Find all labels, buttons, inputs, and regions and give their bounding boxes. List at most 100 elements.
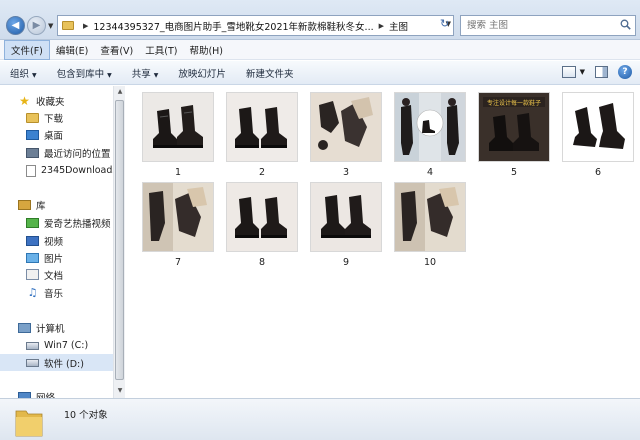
share-button[interactable]: 共享 ▼ [132, 66, 159, 80]
nav-iqiyi[interactable]: 爱奇艺热播视频 [0, 214, 113, 231]
drive-icon [26, 341, 39, 350]
chevron-right-icon[interactable]: ▶ [83, 22, 88, 30]
refresh-button[interactable]: ↻ [440, 17, 454, 34]
file-thumbnail[interactable]: 9 [310, 182, 382, 268]
thumbnail-image [310, 92, 382, 162]
organize-button[interactable]: 组织 ▼ [10, 66, 37, 80]
menu-view[interactable]: 查看(V) [94, 41, 139, 59]
recent-places-icon [26, 147, 39, 158]
nav-drive-c[interactable]: Win7 (C:) [0, 337, 113, 354]
file-thumbnail[interactable]: 2 [226, 92, 298, 178]
drive-icon [26, 358, 39, 367]
nav-videos[interactable]: 视频 [0, 232, 113, 249]
folder-icon [15, 410, 43, 437]
file-name[interactable]: 3 [310, 167, 382, 178]
iqiyi-icon [26, 217, 39, 228]
search-input[interactable] [467, 20, 617, 31]
nav-drive-d[interactable]: 软件 (D:) [0, 354, 113, 371]
nav-2345downloads[interactable]: 2345Downloads [0, 162, 113, 179]
nav-downloads[interactable]: 下载 [0, 109, 113, 126]
file-thumbnail[interactable]: 1 [142, 92, 214, 178]
back-button[interactable]: ◀ [6, 16, 25, 35]
share-label: 共享 [131, 68, 151, 80]
file-name[interactable]: 4 [394, 167, 466, 178]
file-thumbnail[interactable]: 10 [394, 182, 466, 268]
recent-pages-dropdown[interactable]: ▼ [48, 22, 53, 30]
organize-label: 组织 [10, 68, 30, 80]
include-in-library-label: 包含到库中 [56, 68, 105, 80]
scroll-down-arrow[interactable]: ▼ [115, 386, 125, 396]
file-name[interactable]: 10 [394, 257, 466, 268]
nav-label: 软件 (D:) [44, 358, 84, 370]
nav-documents[interactable]: 文档 [0, 266, 113, 283]
caret-down-icon: ▼ [107, 71, 112, 79]
nav-label: 计算机 [36, 323, 65, 335]
thumbnail-image [226, 92, 298, 162]
picture-icon [26, 252, 39, 263]
computer-icon [18, 322, 31, 333]
menu-file[interactable]: 文件(F) [4, 39, 50, 60]
address-bar[interactable]: ▶ 12344395327_电商图片助手_雪地靴女2021年新款棉鞋秋冬女...… [57, 15, 454, 36]
nav-pictures[interactable]: 图片 [0, 249, 113, 266]
folder-icon [62, 21, 74, 30]
nav-label: 文档 [44, 270, 64, 282]
file-name[interactable]: 9 [310, 257, 382, 268]
new-folder-button[interactable]: 新建文件夹 [246, 66, 294, 80]
file-thumbnail[interactable]: 6 [562, 92, 634, 178]
help-icon[interactable]: ? [618, 65, 632, 79]
thumbnail-image [142, 182, 214, 252]
nav-network[interactable]: 网络 [0, 388, 113, 398]
file-list: 1 2 3 4 专注设计每一款鞋子 5 6 7 8 9 10 [126, 86, 640, 398]
caret-down-icon[interactable]: ▼ [580, 68, 585, 76]
arrow-left-icon: ◀ [11, 20, 20, 31]
thumbnail-image [394, 92, 466, 162]
refresh-icon: ↻ [440, 17, 450, 30]
thumbnail-image [226, 182, 298, 252]
thumbnail-image [562, 92, 634, 162]
menu-tools[interactable]: 工具(T) [139, 41, 183, 59]
caret-down-icon: ▼ [153, 71, 159, 79]
scroll-thumb[interactable] [115, 100, 124, 380]
file-name[interactable]: 2 [226, 167, 298, 178]
thumbnail-image [394, 182, 466, 252]
file-thumbnail[interactable]: 4 [394, 92, 466, 178]
scroll-up-arrow[interactable]: ▲ [115, 87, 125, 97]
nav-label: 爱奇艺热播视频 [44, 218, 111, 230]
details-pane: 10 个对象 [0, 398, 640, 440]
nav-recent[interactable]: 最近访问的位置 [0, 144, 113, 161]
thumbnail-image: 专注设计每一款鞋子 [478, 92, 550, 162]
preview-pane-icon[interactable] [595, 66, 608, 78]
nav-computer[interactable]: 计算机 [0, 319, 113, 336]
file-thumbnail[interactable]: 8 [226, 182, 298, 268]
forward-button[interactable]: ▶ [27, 16, 46, 35]
search-icon[interactable] [620, 19, 631, 30]
include-in-library-button[interactable]: 包含到库中 ▼ [57, 66, 112, 80]
command-bar: 组织 ▼ 包含到库中 ▼ 共享 ▼ 放映幻灯片 新建文件夹 ▼ ? [0, 61, 640, 85]
file-name[interactable]: 5 [478, 167, 550, 178]
nav-favorites[interactable]: ★ 收藏夹 [0, 92, 113, 109]
download-folder-icon [26, 112, 39, 123]
file-thumbnail[interactable]: 专注设计每一款鞋子 5 [478, 92, 550, 178]
nav-libraries[interactable]: 库 [0, 196, 113, 213]
chevron-right-icon[interactable]: ▶ [379, 22, 384, 30]
breadcrumb-parent[interactable]: 12344395327_电商图片助手_雪地靴女2021年新款棉鞋秋冬女... [93, 19, 373, 33]
navigation-pane: ★ 收藏夹 下载 桌面 最近访问的位置 2345Downloads 库 爱奇艺热… [0, 86, 113, 398]
breadcrumb-current[interactable]: 主图 [389, 19, 408, 33]
view-options-icon[interactable] [561, 66, 576, 78]
address-row: ◀ ▶ ▼ ▶ 12344395327_电商图片助手_雪地靴女2021年新款棉鞋… [0, 0, 640, 40]
caret-down-icon: ▼ [32, 71, 37, 79]
nav-desktop[interactable]: 桌面 [0, 126, 113, 143]
search-box [460, 15, 636, 36]
file-thumbnail[interactable]: 7 [142, 182, 214, 268]
file-name[interactable]: 6 [562, 167, 634, 178]
nav-label: 桌面 [44, 130, 64, 142]
file-thumbnail[interactable]: 3 [310, 92, 382, 178]
nav-music[interactable]: ♫ 音乐 [0, 284, 113, 301]
menu-help[interactable]: 帮助(H) [183, 41, 229, 59]
file-name[interactable]: 7 [142, 257, 214, 268]
nav-scrollbar[interactable]: ▲ ▼ [113, 86, 125, 398]
file-name[interactable]: 1 [142, 167, 214, 178]
menu-edit[interactable]: 编辑(E) [50, 41, 94, 59]
file-name[interactable]: 8 [226, 257, 298, 268]
slideshow-button[interactable]: 放映幻灯片 [178, 66, 226, 80]
